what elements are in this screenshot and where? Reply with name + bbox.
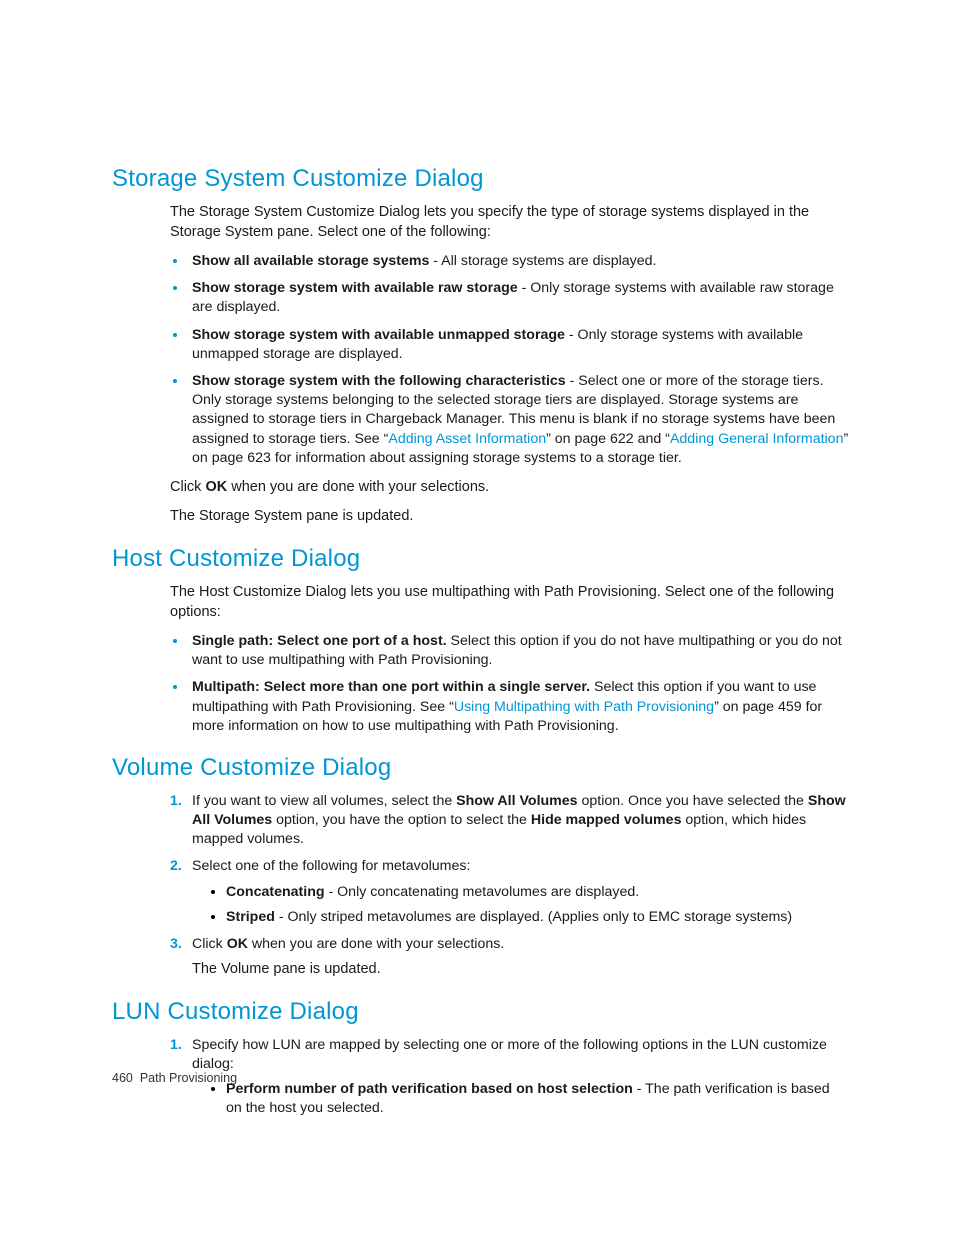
- bullets-storage: Show all available storage systems - All…: [170, 252, 849, 468]
- list-item: If you want to view all volumes, select …: [170, 792, 849, 850]
- section-storage: Storage System Customize Dialog The Stor…: [112, 165, 849, 527]
- list-item: Show storage system with available unmap…: [188, 326, 849, 364]
- chapter-name: Path Provisioning: [140, 1071, 237, 1085]
- result-storage: The Storage System pane is updated.: [170, 507, 849, 527]
- list-item: Perform number of path verification base…: [226, 1080, 849, 1118]
- link-adding-asset[interactable]: Adding Asset Information: [388, 431, 546, 447]
- heading-storage: Storage System Customize Dialog: [112, 165, 849, 193]
- list-item: Show storage system with available raw s…: [188, 279, 849, 317]
- numbers-volume: If you want to view all volumes, select …: [170, 792, 849, 980]
- click-ok-storage: Click OK when you are done with your sel…: [170, 478, 849, 498]
- body-lun: Specify how LUN are mapped by selecting …: [170, 1036, 849, 1119]
- bullets-host: Single path: Select one port of a host. …: [170, 632, 849, 736]
- section-lun: LUN Customize Dialog Specify how LUN are…: [112, 998, 849, 1119]
- list-item: Show storage system with the following c…: [188, 372, 849, 468]
- section-host: Host Customize Dialog The Host Customize…: [112, 545, 849, 736]
- link-adding-general[interactable]: Adding General Information: [670, 431, 844, 447]
- body-storage: The Storage System Customize Dialog lets…: [170, 203, 849, 527]
- heading-lun: LUN Customize Dialog: [112, 998, 849, 1026]
- list-item: Single path: Select one port of a host. …: [188, 632, 849, 670]
- list-item: Show all available storage systems - All…: [188, 252, 849, 271]
- sub-volume: Concatenating - Only concatenating metav…: [192, 883, 849, 927]
- intro-host: The Host Customize Dialog lets you use m…: [170, 583, 849, 622]
- list-item: Specify how LUN are mapped by selecting …: [170, 1036, 849, 1119]
- page-number: 460: [112, 1071, 133, 1085]
- body-volume: If you want to view all volumes, select …: [170, 792, 849, 980]
- page: Storage System Customize Dialog The Stor…: [0, 0, 954, 1235]
- list-item: Striped - Only striped metavolumes are d…: [226, 908, 849, 927]
- intro-storage: The Storage System Customize Dialog lets…: [170, 203, 849, 242]
- sub-lun: Perform number of path verification base…: [192, 1080, 849, 1118]
- list-item: Select one of the following for metavolu…: [170, 857, 849, 927]
- footer: 460 Path Provisioning: [112, 1071, 237, 1085]
- link-multipathing[interactable]: Using Multipathing with Path Provisionin…: [454, 699, 714, 715]
- body-host: The Host Customize Dialog lets you use m…: [170, 583, 849, 736]
- heading-volume: Volume Customize Dialog: [112, 754, 849, 782]
- numbers-lun: Specify how LUN are mapped by selecting …: [170, 1036, 849, 1119]
- heading-host: Host Customize Dialog: [112, 545, 849, 573]
- list-item: Click OK when you are done with your sel…: [170, 935, 849, 980]
- list-item: Concatenating - Only concatenating metav…: [226, 883, 849, 902]
- section-volume: Volume Customize Dialog If you want to v…: [112, 754, 849, 980]
- list-item: Multipath: Select more than one port wit…: [188, 678, 849, 736]
- result-volume: The Volume pane is updated.: [192, 960, 849, 980]
